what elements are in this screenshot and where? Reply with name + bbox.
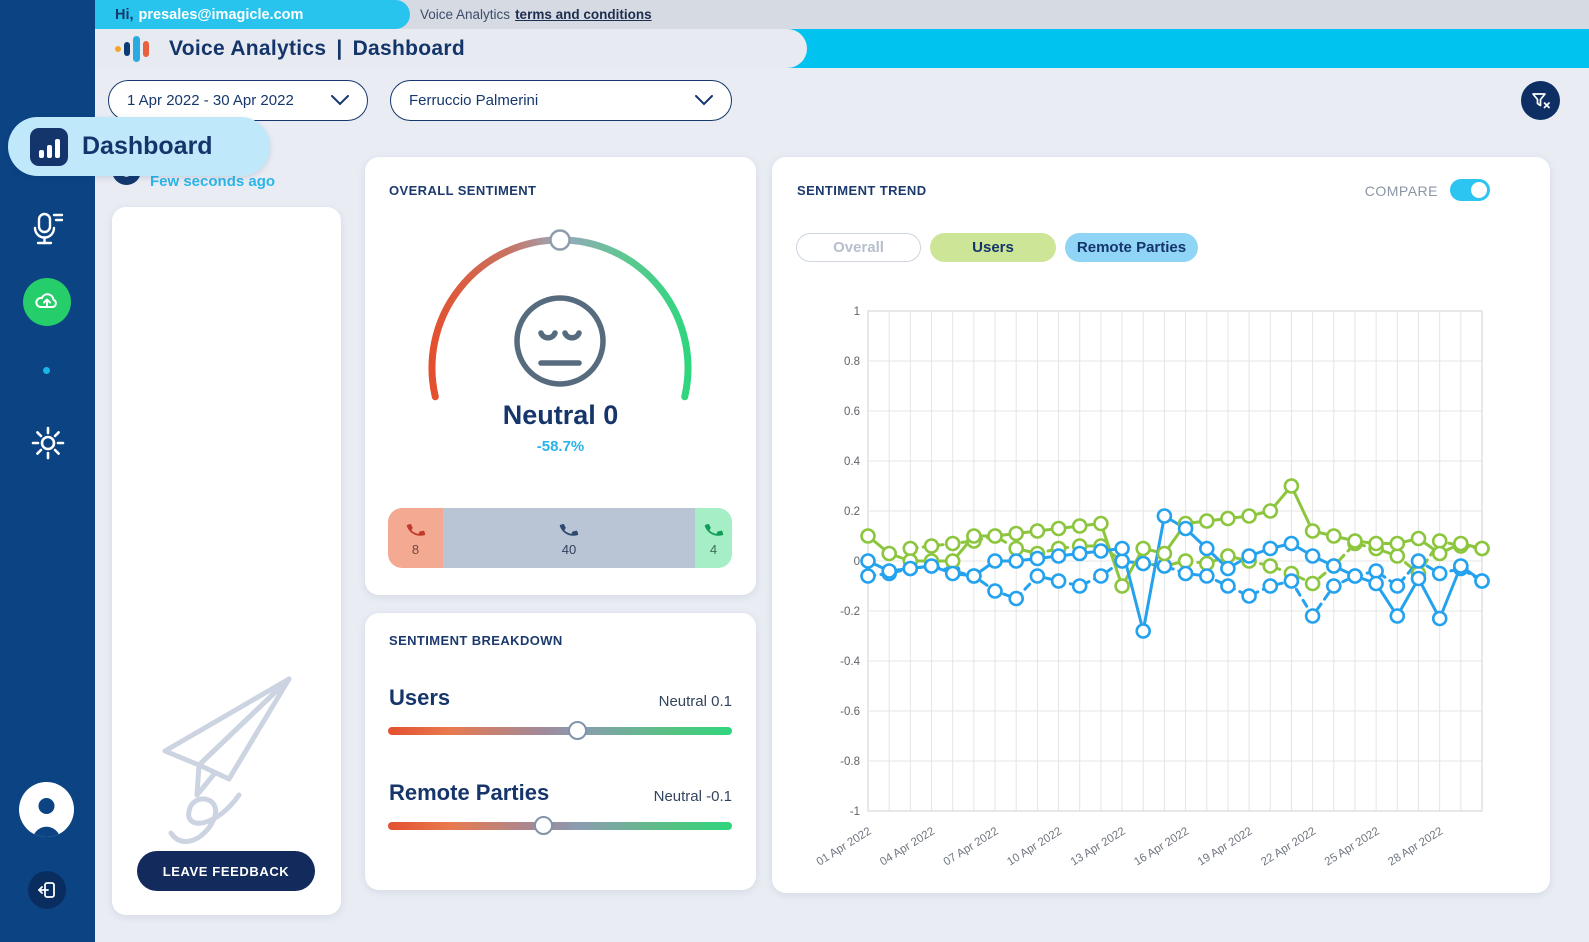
svg-text:01 Apr 2022: 01 Apr 2022 (815, 825, 874, 868)
breakdown-row-value: Neutral 0.1 (658, 693, 732, 710)
gauge-knob (549, 229, 571, 251)
phone-icon (406, 523, 425, 536)
svg-text:19 Apr 2022: 19 Apr 2022 (1196, 825, 1255, 868)
breakdown-row-value: Neutral -0.1 (653, 788, 732, 805)
series-filter-tabs: Overall Users Remote Parties (796, 233, 1198, 262)
breakdown-row-label: Remote Parties (389, 780, 550, 805)
bar-chart-icon (30, 127, 68, 166)
header-band: Voice Analytics | Dashboard (95, 29, 1589, 68)
svg-text:-0.4: -0.4 (840, 656, 860, 668)
header-title-block: Voice Analytics | Dashboard (95, 29, 807, 68)
date-range-value: 1 Apr 2022 - 30 Apr 2022 (127, 92, 294, 109)
user-filter-value: Ferruccio Palmerini (409, 92, 539, 109)
svg-text:0.4: 0.4 (844, 456, 861, 468)
active-nav-label: Dashboard (82, 132, 213, 160)
svg-text:07 Apr 2022: 07 Apr 2022 (942, 825, 1001, 868)
cloud-upload-button[interactable] (23, 278, 71, 326)
chevron-down-icon (331, 95, 349, 106)
negative-call-count: 8 (411, 541, 420, 557)
svg-text:10 Apr 2022: 10 Apr 2022 (1005, 825, 1064, 868)
svg-text:25 Apr 2022: 25 Apr 2022 (1323, 825, 1382, 868)
imagicle-logo (115, 35, 149, 62)
sentiment-breakdown-card: SENTIMENT BREAKDOWN Users Neutral 0.1 Re… (365, 613, 756, 890)
chevron-down-icon (695, 95, 713, 106)
sentiment-gauge (428, 229, 692, 401)
compare-toggle[interactable] (1450, 179, 1490, 201)
top-strip: Hi, presales@imagicle.com Voice Analytic… (95, 0, 1589, 29)
page-name: Dashboard (352, 36, 465, 60)
microphone-icon (33, 212, 63, 245)
date-range-dropdown[interactable]: 1 Apr 2022 - 30 Apr 2022 (108, 80, 368, 121)
sidebar-item-settings[interactable] (0, 423, 95, 463)
svg-text:-0.2: -0.2 (840, 606, 860, 618)
svg-text:13 Apr 2022: 13 Apr 2022 (1069, 825, 1128, 868)
page-title: Voice Analytics | Dashboard (169, 37, 465, 61)
positive-calls-segment[interactable]: 4 (695, 508, 732, 568)
phone-icon (559, 523, 579, 536)
notification-dot (43, 367, 50, 374)
svg-text:0.6: 0.6 (844, 406, 860, 418)
svg-text:0.8: 0.8 (844, 356, 860, 368)
tab-overall[interactable]: Overall (796, 233, 921, 262)
neutral-calls-segment[interactable]: 40 (443, 508, 695, 568)
svg-text:22 Apr 2022: 22 Apr 2022 (1259, 825, 1318, 868)
title-separator: | (336, 36, 343, 60)
app-name: Voice Analytics (169, 36, 327, 60)
card-title: OVERALL SENTIMENT (389, 183, 537, 198)
leave-feedback-button[interactable]: LEAVE FEEDBACK (137, 851, 315, 891)
users-sentiment-slider (388, 721, 732, 740)
svg-text:-1: -1 (850, 806, 860, 818)
cloud-upload-icon (35, 293, 57, 309)
user-avatar[interactable] (19, 782, 74, 837)
negative-calls-segment[interactable]: 8 (388, 508, 443, 568)
terms-link[interactable]: terms and conditions (515, 7, 652, 22)
svg-text:0: 0 (854, 556, 860, 568)
terms-app-text: Voice Analytics (420, 7, 511, 22)
svg-text:0.2: 0.2 (844, 506, 860, 518)
overall-sentiment-card: OVERALL SENTIMENT Neutral 0 -58.7% 8 40 … (365, 157, 756, 595)
card-title: SENTIMENT BREAKDOWN (389, 633, 563, 648)
svg-text:28 Apr 2022: 28 Apr 2022 (1386, 825, 1445, 868)
logout-button[interactable] (28, 871, 66, 909)
svg-text:-0.8: -0.8 (840, 756, 860, 768)
call-distribution-bar: 8 40 4 (388, 508, 732, 568)
user-greeting: Hi, presales@imagicle.com (95, 0, 410, 29)
remote-parties-sentiment-slider (388, 816, 732, 835)
svg-text:04 Apr 2022: 04 Apr 2022 (878, 825, 937, 868)
sidebar-item-dashboard[interactable]: Dashboard (8, 117, 270, 176)
logout-icon (38, 882, 55, 898)
compare-label: COMPARE (1364, 183, 1438, 199)
sidebar-item-recordings[interactable] (0, 208, 95, 250)
phone-icon (704, 523, 723, 536)
person-icon (33, 798, 60, 837)
svg-text:1: 1 (854, 306, 860, 318)
neutral-face-icon (514, 295, 606, 387)
slider-knob[interactable] (533, 816, 553, 835)
paper-plane-doodle (162, 676, 292, 844)
overall-sentiment-value: Neutral 0 (502, 400, 619, 430)
card-title: SENTIMENT TREND (797, 183, 927, 198)
feedback-card: LEAVE FEEDBACK (112, 207, 341, 915)
svg-text:16 Apr 2022: 16 Apr 2022 (1132, 825, 1191, 868)
terms-area: Voice Analytics terms and conditions (420, 0, 652, 29)
user-filter-dropdown[interactable]: Ferruccio Palmerini (390, 80, 732, 121)
greeting-prefix: Hi, (115, 6, 134, 23)
slider-knob[interactable] (568, 721, 588, 740)
breakdown-row-label: Users (389, 685, 451, 710)
gear-icon (31, 426, 64, 460)
sentiment-trend-card: SENTIMENT TREND COMPARE Overall Users Re… (772, 157, 1550, 893)
user-email: presales@imagicle.com (138, 6, 304, 23)
toggle-knob (1471, 182, 1487, 198)
svg-text:-0.6: -0.6 (840, 706, 860, 718)
clear-filters-button[interactable] (1521, 81, 1560, 120)
tab-users[interactable]: Users (930, 233, 1056, 262)
tab-remote-parties[interactable]: Remote Parties (1065, 233, 1198, 262)
overall-sentiment-delta: -58.7% (536, 438, 585, 455)
filter-clear-icon (1531, 92, 1550, 108)
positive-call-count: 4 (709, 541, 718, 557)
sentiment-trend-chart[interactable]: 1 0.8 0.6 0.4 0.2 0 -0.2 -0.4 -0.6 -0.8 -1 01 Apr 2… (796, 297, 1526, 893)
neutral-call-count: 40 (561, 541, 577, 557)
